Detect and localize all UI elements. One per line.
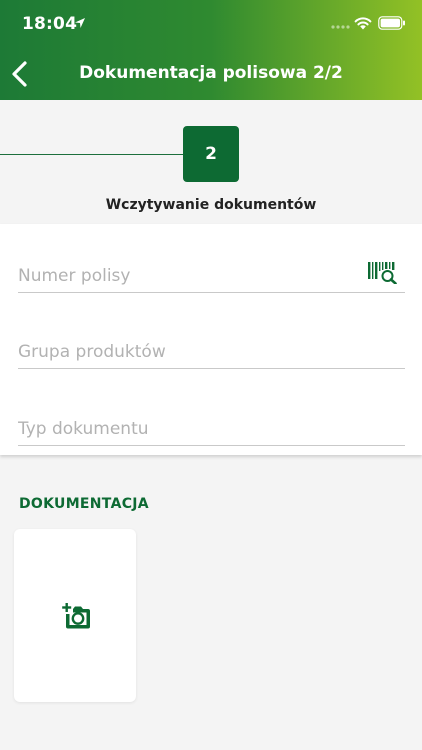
document-form [0, 224, 422, 455]
page-title: Dokumentacja polisowa 2/2 [79, 63, 343, 83]
document-type-field [18, 405, 405, 446]
app-header: 18:04 Dokumentacja polisowa 2/2 [0, 0, 422, 100]
status-time: 18:04 [22, 14, 78, 34]
location-arrow-icon [75, 18, 85, 28]
add-document-tile[interactable] [14, 529, 136, 702]
document-type-input[interactable] [18, 419, 358, 439]
barcode-scan-icon [368, 262, 397, 284]
product-group-input[interactable] [18, 342, 358, 362]
step-indicator: 2 [183, 126, 239, 182]
cellular-signal-icon [331, 25, 350, 29]
wifi-icon [354, 17, 372, 30]
add-photo-icon [62, 603, 90, 629]
policy-number-field [18, 252, 405, 293]
policy-number-input[interactable] [18, 266, 358, 286]
barcode-scan-button[interactable] [367, 260, 399, 284]
battery-icon [378, 16, 405, 30]
status-bar: 18:04 [0, 0, 422, 50]
product-group-field [18, 328, 405, 369]
stepper: 2 Wczytywanie dokumentów [0, 100, 422, 224]
step-connector-line [0, 154, 184, 155]
documentation-section-title: DOKUMENTACJA [19, 496, 149, 512]
step-label: Wczytywanie dokumentów [105, 197, 317, 213]
